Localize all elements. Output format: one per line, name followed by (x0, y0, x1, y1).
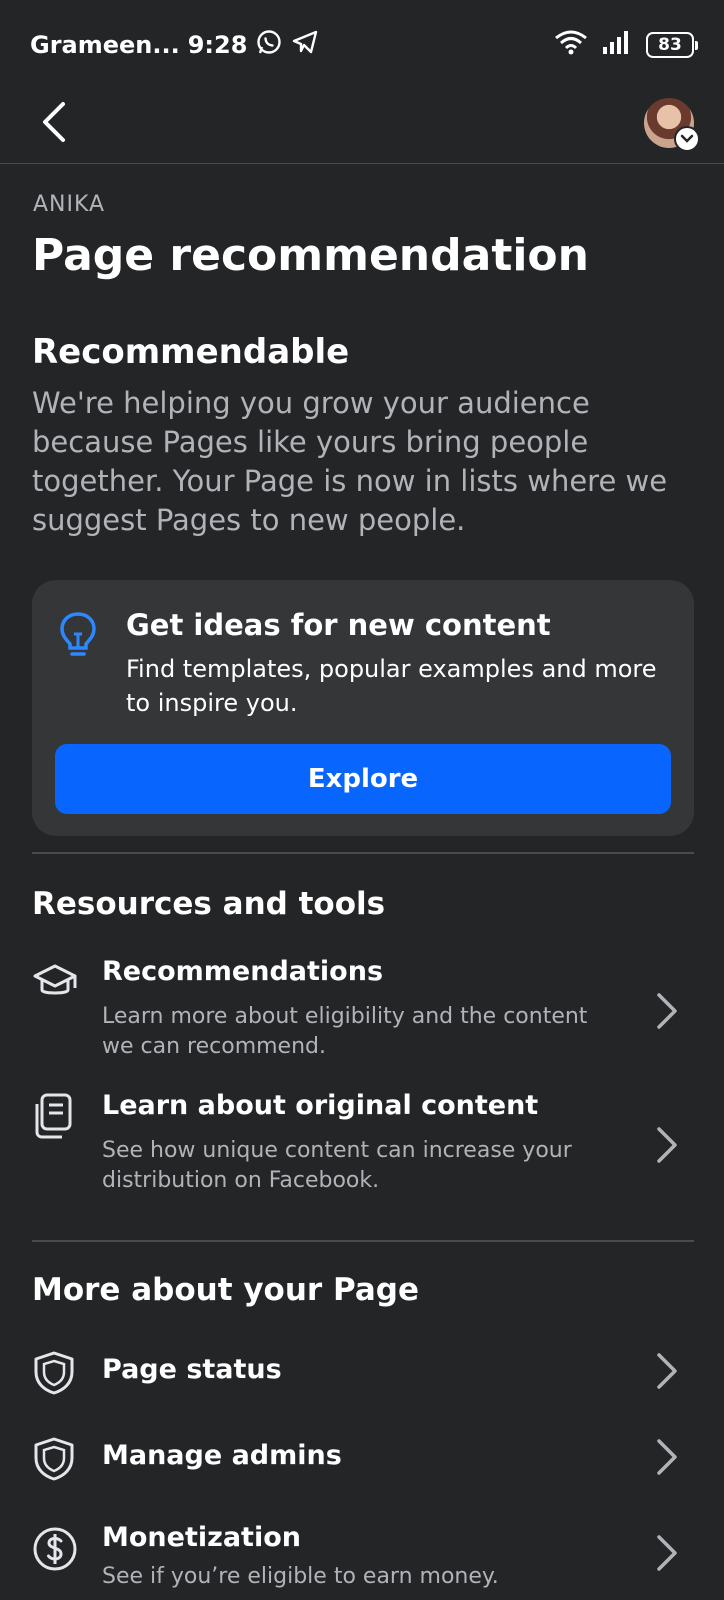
page-title: Page recommendation (32, 230, 589, 281)
resource-item-title: Recommendations (102, 956, 384, 987)
top-bar (0, 90, 724, 164)
more-item-title: Manage admins (102, 1440, 342, 1471)
ideas-card: Get ideas for new content Find templates… (32, 580, 694, 836)
wifi-icon (554, 29, 588, 61)
recommendable-heading: Recommendable (32, 332, 350, 372)
more-item-title: Monetization (102, 1522, 301, 1553)
telegram-icon (291, 28, 319, 62)
status-bar: Grameen... 9:28 83 (0, 0, 724, 90)
dollar-circle-icon (32, 1526, 78, 1576)
resource-item-original-content[interactable]: Learn about original content See how uni… (0, 1088, 724, 1212)
back-arrow-icon (43, 102, 65, 142)
recommendable-description: We're helping you grow your audience bec… (32, 386, 668, 537)
more-item-title: Page status (102, 1354, 282, 1385)
document-copy-icon (32, 1092, 74, 1144)
profile-avatar[interactable] (644, 98, 700, 152)
chevron-right-icon (656, 1352, 678, 1394)
graduation-cap-icon (32, 962, 78, 1008)
more-heading: More about your Page (32, 1272, 420, 1308)
chevron-down-icon (674, 126, 700, 152)
resource-item-subtitle: Learn more about eligibility and the con… (102, 1004, 588, 1059)
back-button[interactable] (34, 100, 74, 144)
ideas-card-title: Get ideas for new content (126, 608, 551, 642)
resource-item-title: Learn about original content (102, 1090, 539, 1121)
more-item-subtitle: See if you’re eligible to earn money. (102, 1564, 499, 1589)
lightbulb-icon (58, 610, 98, 664)
chevron-right-icon (656, 1438, 678, 1480)
more-item-manage-admins[interactable]: Manage admins (0, 1432, 724, 1504)
battery-indicator: 83 (646, 32, 698, 58)
resource-item-recommendations[interactable]: Recommendations Learn more about eligibi… (0, 952, 724, 1076)
signal-icon (602, 30, 632, 60)
shield-icon (32, 1436, 76, 1486)
more-item-page-status[interactable]: Page status (0, 1346, 724, 1418)
whatsapp-icon (255, 28, 283, 62)
explore-button[interactable]: Explore (55, 744, 671, 814)
clock: 9:28 (187, 31, 248, 59)
divider (32, 1240, 694, 1242)
more-item-monetization[interactable]: Monetization See if you’re eligible to e… (0, 1520, 724, 1600)
carrier-name: Grameen... (30, 31, 180, 59)
page-name-eyebrow: ANIKA (33, 192, 106, 217)
shield-icon (32, 1350, 76, 1400)
chevron-right-icon (656, 1534, 678, 1576)
chevron-right-icon (656, 992, 678, 1034)
divider (32, 852, 694, 854)
chevron-right-icon (656, 1126, 678, 1168)
ideas-card-text: Find templates, popular examples and mor… (126, 655, 657, 717)
resources-heading: Resources and tools (32, 886, 386, 922)
resource-item-subtitle: See how unique content can increase your… (102, 1138, 572, 1193)
